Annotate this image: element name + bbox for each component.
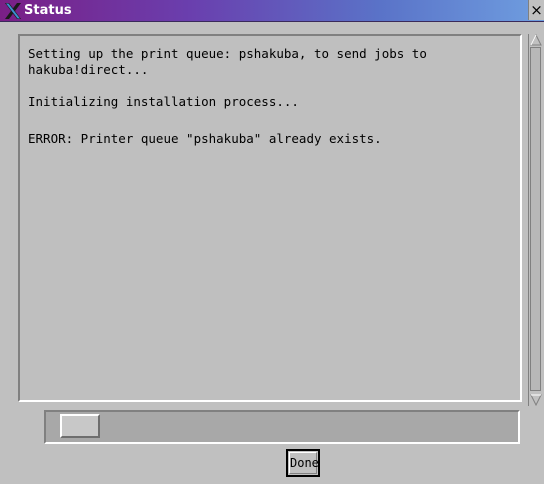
close-button[interactable]: × xyxy=(528,0,544,20)
scroll-down-arrow-icon[interactable] xyxy=(530,394,542,406)
status-line: Initializing installation process... xyxy=(28,94,299,109)
error-line: ERROR: Printer queue "pshakuba" already … xyxy=(28,131,382,146)
status-window: Status × Setting up the print queue: psh… xyxy=(0,0,544,484)
vertical-scroll-track[interactable] xyxy=(530,47,541,391)
status-line: Setting up the print queue: pshakuba, to… xyxy=(28,46,427,61)
status-text-area[interactable]: Setting up the print queue: pshakuba, to… xyxy=(18,34,522,402)
done-button[interactable]: Done xyxy=(286,449,320,477)
vertical-scrollbar[interactable] xyxy=(528,34,542,406)
scroll-up-arrow-icon[interactable] xyxy=(530,34,542,46)
window-title: Status xyxy=(24,3,72,18)
done-button-label: Done xyxy=(289,452,319,474)
title-bar[interactable]: Status × xyxy=(0,0,544,22)
close-icon: × xyxy=(530,1,543,19)
horizontal-scroll-thumb[interactable] xyxy=(60,414,100,438)
horizontal-scrollbar[interactable] xyxy=(44,410,520,444)
status-line: hakuba!direct... xyxy=(28,62,149,77)
x-logo-icon xyxy=(5,3,21,19)
